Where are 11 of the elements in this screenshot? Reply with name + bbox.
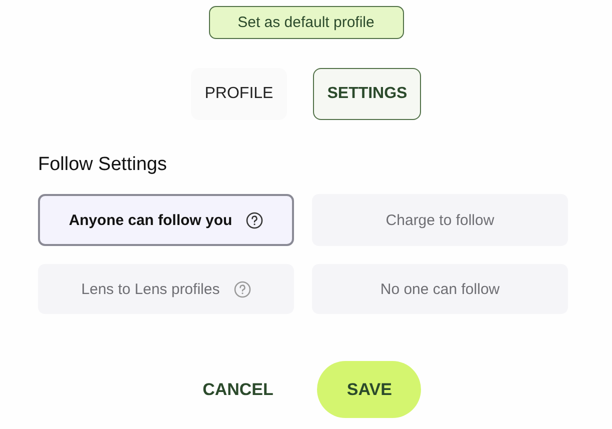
set-default-profile-button[interactable]: Set as default profile [208,6,404,39]
section-title: Follow Settings [38,154,168,176]
follow-option[interactable]: Lens to Lens profiles [38,264,294,314]
follow-option[interactable]: Charge to follow [312,194,568,246]
save-button[interactable]: SAVE [317,361,422,418]
tab[interactable]: PROFILE [190,68,288,120]
tab[interactable]: SETTINGS [313,68,422,120]
cancel-button[interactable]: CANCEL [198,372,278,408]
follow-option[interactable]: No one can follow [312,264,568,314]
help-icon[interactable] [246,212,264,228]
follow-option[interactable]: Anyone can follow you [38,194,294,246]
